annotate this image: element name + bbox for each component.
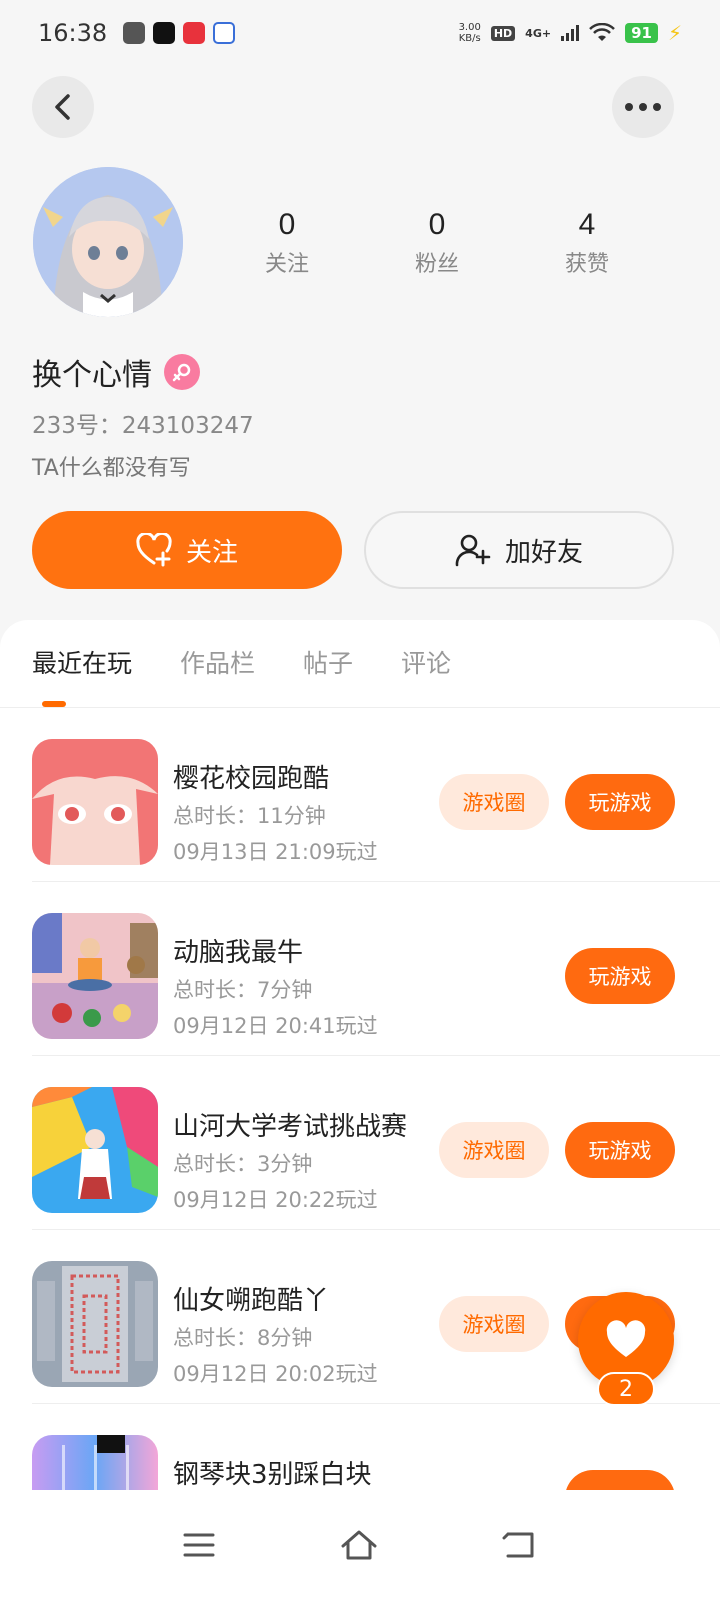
game-title: 樱花校园跑酷 [173, 764, 330, 794]
user-id: 233号：243103247 [32, 413, 254, 439]
game-circle-button[interactable]: 游戏圈 [439, 1122, 549, 1178]
likes-count: 4 [578, 208, 596, 241]
charging-icon: ⚡ [667, 21, 682, 45]
play-game-button[interactable]: 玩游戏 [565, 1122, 675, 1178]
game-duration: 总时长：11分钟 [173, 804, 326, 828]
following-count: 0 [278, 208, 296, 241]
game-thumbnail[interactable] [32, 913, 158, 1039]
game-thumbnail[interactable] [32, 1435, 158, 1490]
add-friend-label: 加好友 [504, 537, 583, 568]
female-icon [164, 354, 200, 390]
status-time: 16:38 [38, 19, 108, 47]
username-row: 换个心情 [32, 350, 200, 394]
likes-stat[interactable]: 4 获赞 [512, 208, 662, 278]
game-item[interactable]: 动脑我最牛 总时长：7分钟 09月12日 20:41玩过 玩游戏 [32, 882, 720, 1056]
more-dots-icon [625, 103, 661, 111]
like-count-badge: 2 [597, 1372, 655, 1406]
tab-recent-played[interactable]: 最近在玩 [32, 620, 132, 708]
tab-indicator [42, 701, 66, 707]
following-stat[interactable]: 0 关注 [212, 208, 362, 278]
battery-icon: 91 [625, 23, 658, 43]
net-speed: 3.00 KB/s [458, 22, 481, 44]
game-item[interactable]: 山河大学考试挑战赛 总时长：3分钟 09月12日 20:22玩过 游戏圈 玩游戏 [32, 1056, 720, 1230]
game-circle-button[interactable]: 游戏圈 [439, 1296, 549, 1352]
notification-app-icon [123, 22, 146, 44]
add-user-icon [455, 534, 491, 567]
game-last-played: 09月12日 20:02玩过 [173, 1362, 378, 1386]
game-title: 钢琴块3别踩白块 [173, 1460, 372, 1490]
play-game-button[interactable]: 玩游戏 [565, 774, 675, 830]
follow-button[interactable]: 关注 [32, 511, 342, 589]
likes-label: 获赞 [564, 252, 609, 277]
fans-stat[interactable]: 0 粉丝 [362, 208, 512, 278]
bio: TA什么都没有写 [32, 456, 191, 481]
game-circle-button[interactable]: 游戏圈 [439, 774, 549, 830]
status-indicators: 3.00 KB/s HD 4G+ 91 ⚡ [459, 21, 682, 45]
system-nav-bar [0, 1490, 720, 1600]
play-game-button[interactable] [565, 1470, 675, 1490]
home-icon[interactable] [339, 1528, 379, 1562]
follow-label: 关注 [185, 537, 238, 568]
heart-icon [606, 1320, 646, 1357]
heart-plus-icon [136, 533, 172, 567]
hd-badge: HD [490, 25, 516, 41]
back-button[interactable] [32, 76, 94, 138]
tab-comments[interactable]: 评论 [401, 620, 451, 708]
game-title: 动脑我最牛 [173, 938, 304, 968]
signal-icon [561, 25, 580, 41]
back-nav-icon[interactable] [502, 1530, 538, 1560]
red-app-icon [183, 22, 206, 44]
game-last-played: 09月13日 21:09玩过 [173, 840, 378, 864]
game-thumbnail[interactable] [32, 1261, 158, 1387]
game-title: 山河大学考试挑战赛 [173, 1112, 408, 1142]
baidu-app-icon [213, 22, 236, 44]
game-duration: 总时长：7分钟 [173, 978, 313, 1002]
play-game-button[interactable]: 玩游戏 [565, 948, 675, 1004]
chevron-left-icon [55, 94, 70, 120]
following-label: 关注 [264, 252, 309, 277]
add-friend-button[interactable]: 加好友 [364, 511, 674, 589]
tab-bar: 最近在玩 作品栏 帖子 评论 [0, 620, 720, 708]
game-duration: 总时长：3分钟 [173, 1152, 313, 1176]
game-thumbnail[interactable] [32, 1087, 158, 1213]
avatar[interactable] [33, 167, 183, 317]
game-item[interactable]: 钢琴块3别踩白块 [32, 1404, 720, 1490]
game-title: 仙女嗍跑酷丫 [173, 1286, 330, 1316]
status-bar: 16:38 3.00 KB/s HD 4G+ 91 ⚡ [0, 0, 720, 66]
more-button[interactable] [612, 76, 674, 138]
game-duration: 总时长：8分钟 [173, 1326, 313, 1350]
game-item[interactable]: 樱花校园跑酷 总时长：11分钟 09月13日 21:09玩过 游戏圈 玩游戏 [32, 708, 720, 882]
douyin-app-icon [153, 22, 176, 44]
fans-label: 粉丝 [414, 252, 459, 277]
game-last-played: 09月12日 20:41玩过 [173, 1014, 378, 1038]
game-last-played: 09月12日 20:22玩过 [173, 1188, 378, 1212]
tab-works[interactable]: 作品栏 [180, 620, 255, 708]
menu-icon[interactable] [182, 1531, 216, 1559]
username: 换个心情 [32, 358, 152, 393]
game-thumbnail[interactable] [32, 739, 158, 865]
avatar-image [33, 167, 183, 317]
status-app-icons [123, 22, 236, 44]
network-type: 4G+ [525, 26, 552, 40]
fans-count: 0 [428, 208, 446, 241]
tab-posts[interactable]: 帖子 [303, 620, 353, 708]
wifi-icon [589, 23, 615, 41]
profile-stats: 0 关注 0 粉丝 4 获赞 [212, 208, 662, 278]
